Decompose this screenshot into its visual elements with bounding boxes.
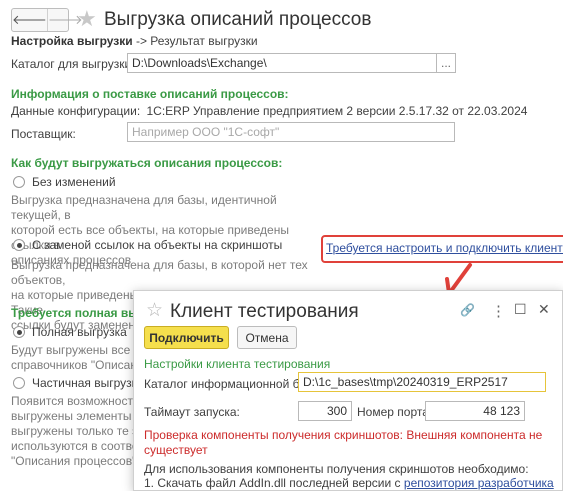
desc-line: выгружены элементы спр — [11, 409, 136, 423]
radio-no-changes[interactable] — [13, 176, 25, 188]
infobase-label: Каталог информационной базы: — [144, 377, 324, 391]
test-client-dialog: ☆ Клиент тестирования 🔗 ⋮ ☐ ✕ Подключить… — [133, 290, 563, 491]
desc-line: справочников "Описания — [11, 358, 136, 372]
config-row: Данные конфигурации: 1С:ERP Управление п… — [11, 104, 527, 118]
star-icon[interactable]: ★ — [77, 6, 97, 32]
config-label: Данные конфигурации: — [11, 104, 141, 118]
close-icon[interactable]: ✕ — [538, 301, 550, 318]
desc-line: Появится возможность н — [11, 394, 136, 408]
radio-screenshots[interactable] — [13, 239, 25, 251]
option-partial-export-label: Частичная выгрузка — [32, 376, 144, 390]
option-full-export[interactable]: Полная выгрузка — [13, 325, 127, 339]
desc-line: выгружены только те эле — [11, 424, 136, 438]
dialog-title: Клиент тестирования — [170, 301, 359, 322]
radio-partial-export[interactable] — [13, 377, 25, 389]
developer-repo-link[interactable]: репозитория разработчика — [404, 476, 554, 490]
star-icon[interactable]: ☆ — [146, 299, 163, 322]
configure-client-link[interactable]: Требуется настроить и подключить клиент … — [326, 241, 563, 255]
export-dir-label: Каталог для выгрузки: — [11, 57, 135, 71]
link-icon[interactable]: 🔗 — [460, 303, 475, 317]
info-text-1: Для использования компоненты получения с… — [144, 462, 529, 476]
cancel-button[interactable]: Отмена — [237, 326, 297, 349]
desc-line: Выгрузка предназначена для базы, идентич… — [11, 193, 277, 222]
breadcrumb-next[interactable]: Результат выгрузки — [150, 34, 257, 48]
back-arrow-icon[interactable]: 🡐 — [12, 9, 47, 31]
desc-line: Будут выгружены все не — [11, 343, 136, 357]
port-label: Номер порта: — [357, 405, 433, 419]
connect-button[interactable]: Подключить — [144, 326, 229, 349]
info-text-2-label: 1. Скачать файл AddIn.dll последней верс… — [144, 476, 404, 490]
config-value: 1С:ERP Управление предприятием 2 версии … — [146, 104, 528, 118]
breadcrumb: Настройка выгрузки -> Результат выгрузки — [11, 34, 258, 48]
option-no-changes-desc: Выгрузка предназначена для базы, идентич… — [11, 193, 311, 268]
more-icon[interactable]: ⋮ — [491, 302, 506, 320]
breadcrumb-separator: -> — [132, 34, 151, 48]
option-full-export-desc: Будут выгружены все не справочников "Опи… — [11, 343, 136, 373]
supplier-label: Поставщик: — [11, 127, 76, 141]
option-screenshots-label: С заменой ссылок на объекты на скриншоты — [32, 238, 283, 252]
nav-buttons: 🡐 🡒 — [11, 8, 83, 32]
client-settings-heading: Настройки клиента тестирования — [144, 357, 331, 371]
full-export-heading: Требуется полная выгр — [11, 306, 151, 320]
supply-info-heading: Информация о поставке описаний процессов… — [11, 87, 289, 101]
option-no-changes-label: Без изменений — [32, 175, 116, 189]
option-full-export-label: Полная выгрузка — [32, 325, 127, 339]
export-mode-heading: Как будут выгружаться описания процессов… — [11, 156, 283, 170]
maximize-icon[interactable]: ☐ — [514, 301, 527, 318]
option-partial-export[interactable]: Частичная выгрузка — [13, 376, 144, 390]
export-dir-field[interactable]: D:\Downloads\Exchange\ — [127, 53, 437, 73]
desc-line: Выгрузка предназначена для базы, в котор… — [11, 258, 308, 287]
option-no-changes[interactable]: Без изменений — [13, 175, 116, 189]
supplier-input[interactable]: Например ООО "1С-софт" — [127, 122, 455, 142]
option-screenshots[interactable]: С заменой ссылок на объекты на скриншоты — [13, 238, 282, 252]
error-line: существует — [144, 443, 208, 457]
info-text-2: 1. Скачать файл AddIn.dll последней верс… — [144, 476, 554, 490]
timeout-input[interactable]: 300 — [298, 401, 352, 421]
breadcrumb-current: Настройка выгрузки — [11, 34, 133, 48]
desc-line: используются в соответс — [11, 439, 136, 453]
timeout-label: Таймаут запуска: — [144, 405, 240, 419]
browse-button[interactable]: ... — [436, 53, 456, 73]
option-partial-export-desc: Появится возможность н выгружены элемент… — [11, 394, 136, 469]
infobase-path-input[interactable]: D:\1c_bases\tmp\20240319_ERP2517 — [298, 372, 546, 392]
port-input[interactable]: 48 123 — [425, 401, 525, 421]
error-message: Проверка компоненты получения скриншотов… — [144, 428, 554, 458]
radio-full-export[interactable] — [13, 326, 25, 338]
page-title: Выгрузка описаний процессов — [104, 9, 372, 30]
configure-client-link-wrap: Требуется настроить и подключить клиент … — [326, 241, 563, 255]
error-line: Проверка компоненты получения скриншотов… — [144, 428, 543, 442]
desc-line: "Описания процессов" — [11, 454, 136, 468]
